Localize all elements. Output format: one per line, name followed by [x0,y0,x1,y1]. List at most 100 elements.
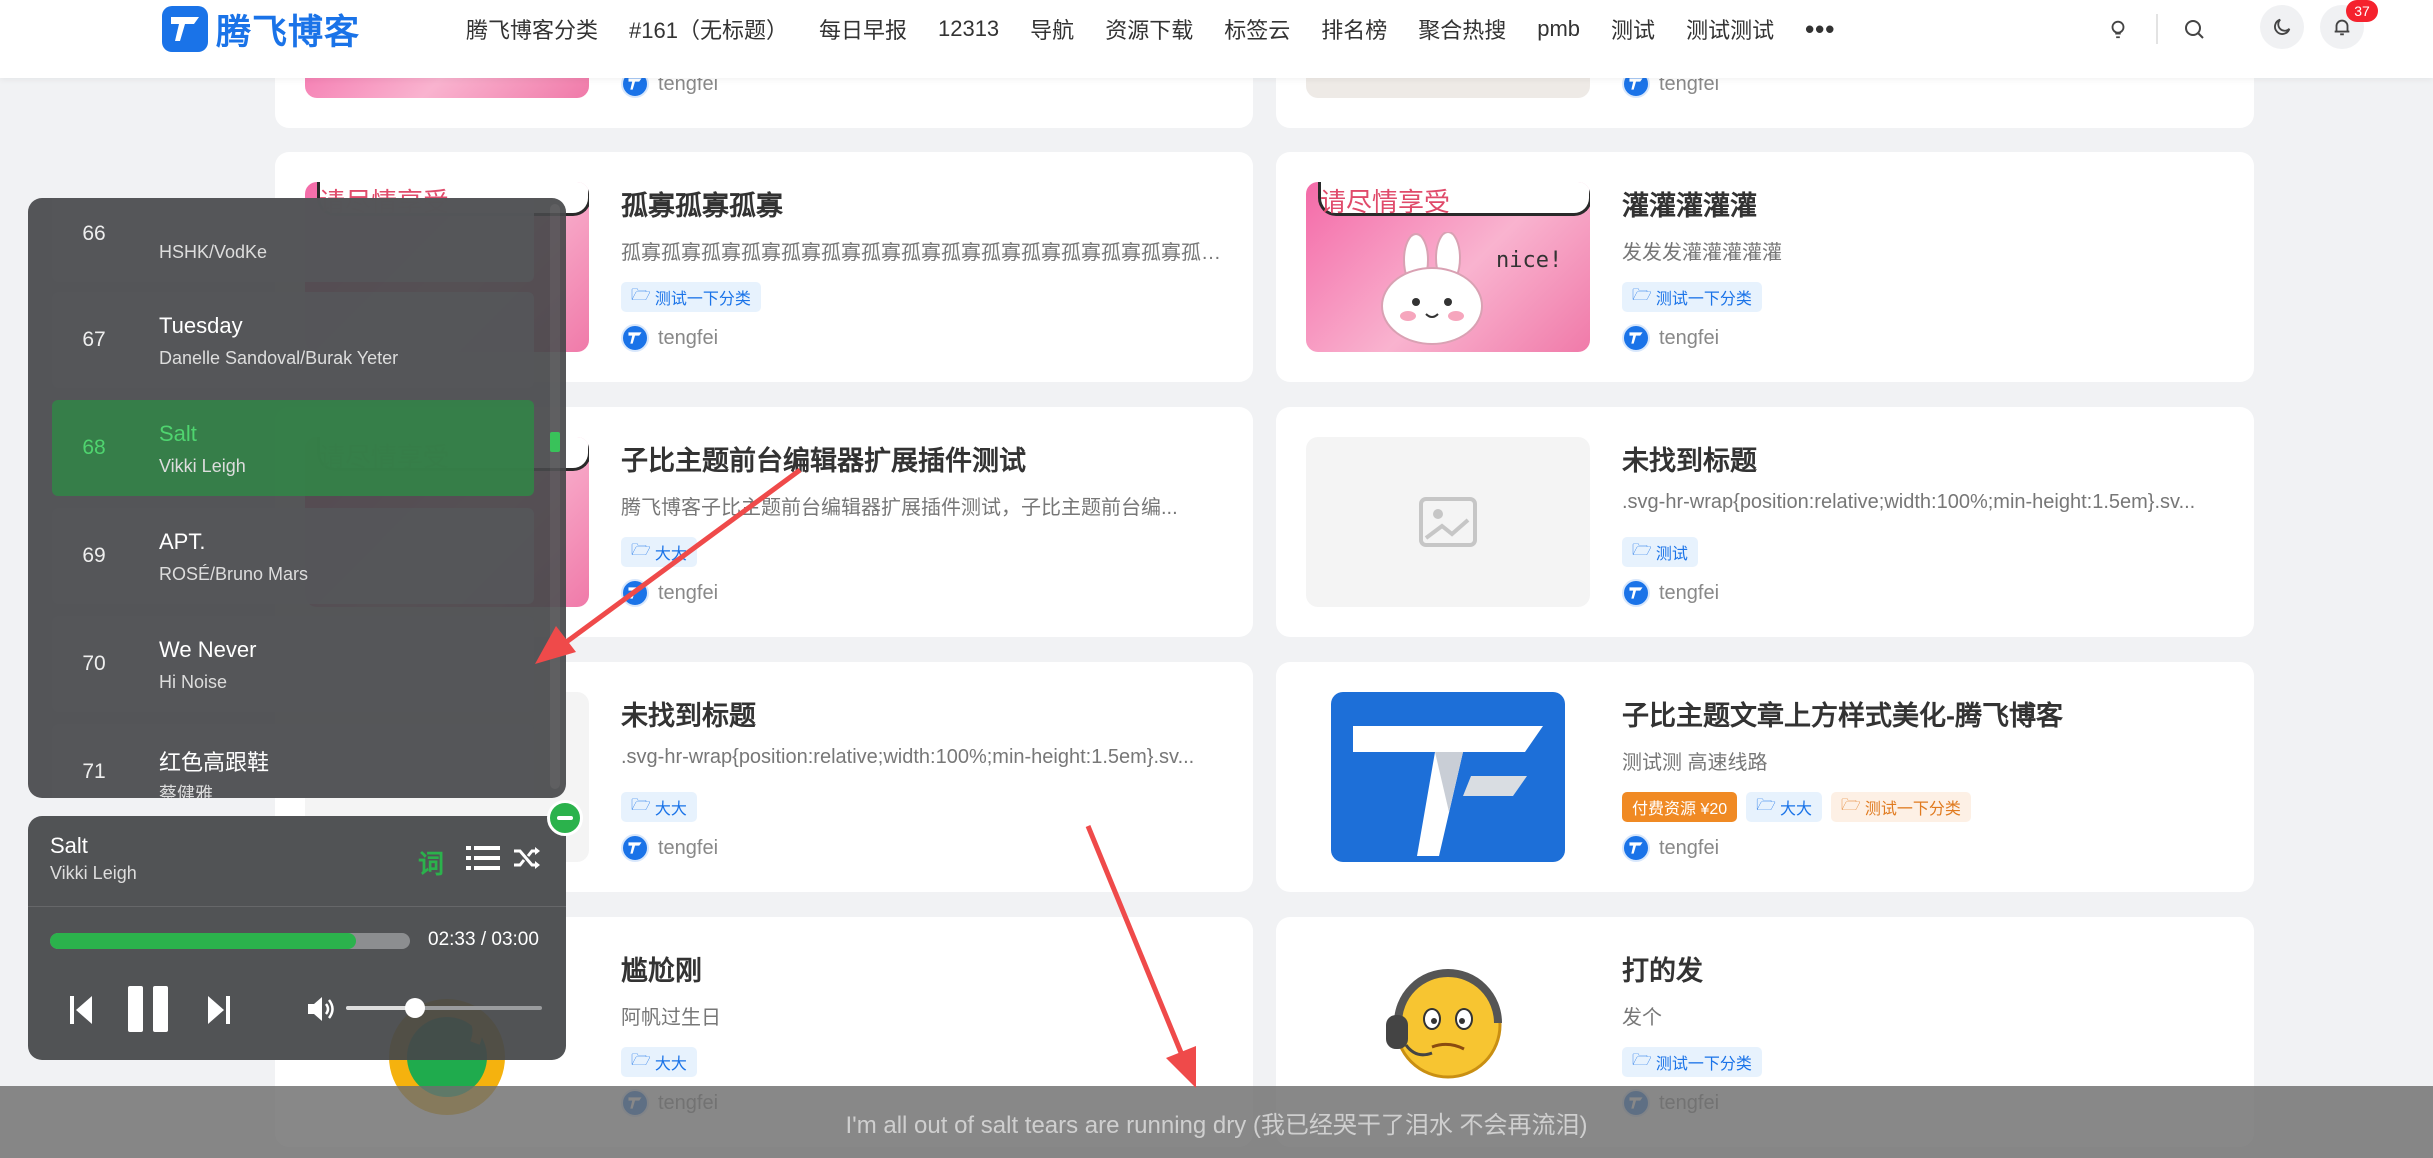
minimize-player-button[interactable] [547,800,583,836]
author-name: tengfei [1659,326,1720,349]
post-tags: 🗁 测试一下分类 [1622,282,1762,312]
search-icon[interactable] [2175,10,2213,48]
logo-text: 腾飞博客 [216,12,361,52]
tag-category[interactable]: 🗁 测试一下分类 [1831,792,1971,822]
nav-item-category[interactable]: 腾飞博客分类 [466,13,598,45]
post-title[interactable]: 未找到标题 [1622,439,1757,478]
post-author[interactable]: tengfei [1622,579,1719,607]
post-excerpt: 阿帆过生日 [621,1007,721,1029]
track-name: APT. [159,529,206,554]
tag-label: 测试一下分类 [654,291,751,308]
tag-category[interactable]: 🗁 测试 [1622,537,1698,567]
nav-item-test-test[interactable]: 测试测试 [1686,13,1774,45]
moon-icon[interactable] [2260,5,2304,49]
post-author[interactable]: tengfei [1622,834,1719,862]
playback-progress-bar[interactable] [50,933,410,949]
post-title[interactable]: 未找到标题 [621,694,756,733]
next-track-icon[interactable] [208,996,230,1024]
playlist-item[interactable]: 70 We Never Hi Noise [52,616,534,712]
post-title[interactable]: 打的发 [1622,949,1703,988]
post-excerpt: 发个 [1622,1007,1662,1029]
author-avatar-icon [621,579,649,607]
current-time: 02:33 [428,929,476,950]
tag-category[interactable]: 🗁 大大 [621,792,697,822]
post-tags: 付费资源 ¥20 🗁 大大 🗁 测试一下分类 [1622,792,1971,822]
playlist-item[interactable]: 69 APT. ROSÉ/Bruno Mars [52,508,534,604]
playlist-item-active[interactable]: 68 Salt Vikki Leigh [52,400,534,496]
site-header: 腾飞博客 腾飞博客分类 #161（无标题） 每日早报 12313 导航 资源下载… [0,0,2433,78]
post-author[interactable]: tengfei [621,579,718,607]
tag-category[interactable]: 🗁 测试一下分类 [621,282,761,312]
playback-time: 02:33 / 03:00 [428,929,539,950]
image-placeholder-icon [1419,497,1477,547]
playlist-item[interactable]: 67 Tuesday Danelle Sandoval/Burak Yeter [52,292,534,388]
tag-category[interactable]: 🗁 测试一下分类 [1622,1047,1762,1077]
nav-item-downloads[interactable]: 资源下载 [1105,13,1193,45]
track-number: 68 [82,436,106,459]
post-author[interactable]: tengfei [621,834,718,862]
nav-item-hot-search[interactable]: 聚合热搜 [1418,13,1506,45]
track-artist: HSHK/VodKe [159,242,268,262]
playlist-scrollbar-thumb[interactable] [550,432,560,452]
folder-icon: 🗁 [1841,796,1861,814]
tag-category[interactable]: 🗁 大大 [621,537,697,567]
nav-item-navigation[interactable]: 导航 [1030,13,1074,45]
lyric-bar: I'm all out of salt tears are running dr… [0,1086,2433,1158]
post-card[interactable]: 请尽情享受 nice! 灌灌灌灌灌 发发发灌灌灌灌灌 🗁 测试一下分类 tengf… [1276,152,2254,382]
site-logo[interactable]: 腾飞博客 [162,6,360,52]
brand-logo-image [1353,726,1543,856]
nav-item-pmb[interactable]: pmb [1537,16,1580,42]
playlist-icon[interactable] [466,844,500,872]
post-title[interactable]: 子比主题文章上方样式美化-腾飞博客 [1622,694,2063,733]
post-title[interactable]: 子比主题前台编辑器扩展插件测试 [621,439,1026,478]
post-title[interactable]: 灌灌灌灌灌 [1622,184,1757,223]
tag-label: 大大 [654,801,687,818]
lyrics-toggle-button[interactable]: 词 [418,844,444,881]
nav-item-daily-news[interactable]: 每日早报 [819,13,907,45]
notification-badge: 37 [2346,0,2378,22]
post-card[interactable]: 未找到标题 .svg-hr-wrap{position:relative;wid… [1276,407,2254,637]
nav-item-test[interactable]: 测试 [1611,13,1655,45]
shuffle-icon[interactable] [512,843,542,873]
music-player: Salt Vikki Leigh 词 02:33 / 03:00 [28,816,566,1060]
pause-icon[interactable] [128,986,170,1032]
tag-category[interactable]: 🗁 大大 [1746,792,1823,822]
post-tags: 🗁 大大 [621,792,697,822]
author-avatar-icon [621,834,649,862]
playlist-item[interactable]: 66 HSHK/VodKe [52,198,534,282]
playlist-scrollbar[interactable] [550,204,560,789]
post-author[interactable]: tengfei [621,324,718,352]
post-thumbnail[interactable] [1306,437,1590,607]
post-title[interactable]: 尴尬刚 [621,949,702,988]
volume-slider[interactable] [346,998,542,1018]
track-artist: 蔡健雅 [159,784,213,798]
volume-icon[interactable] [308,996,336,1022]
total-time: 03:00 [491,929,539,950]
post-thumbnail[interactable]: 请尽情享受 nice! [1306,182,1590,352]
main-nav: 腾飞博客分类 #161（无标题） 每日早报 12313 导航 资源下载 标签云 … [466,12,1835,46]
nav-item-ranking[interactable]: 排名榜 [1321,13,1387,45]
post-title[interactable]: 孤寡孤寡孤寡 [621,184,783,223]
nav-item-tag-cloud[interactable]: 标签云 [1224,13,1290,45]
folder-icon: 🗁 [631,286,651,304]
post-excerpt: 腾飞博客子比主题前台编辑器扩展插件测试，子比主题前台编... [621,497,1178,519]
nav-more-button[interactable]: ••• [1805,14,1835,45]
post-thumbnail[interactable] [1331,692,1565,862]
tag-paid-resource[interactable]: 付费资源 ¥20 [1622,792,1738,822]
tag-category[interactable]: 🗁 测试一下分类 [1622,282,1762,312]
playlist-item[interactable]: 71 红色高跟鞋 蔡健雅 [52,724,534,798]
nav-item-untitled[interactable]: #161（无标题） [629,13,788,45]
nav-item-12313[interactable]: 12313 [938,16,999,42]
bulb-icon[interactable] [2099,10,2137,48]
post-card[interactable]: 子比主题文章上方样式美化-腾飞博客 测试测 高速线路 付费资源 ¥20 🗁 大大 … [1276,662,2254,892]
post-excerpt: 发发发灌灌灌灌灌 [1622,242,1782,264]
track-number: 69 [82,544,106,567]
post-author[interactable]: tengfei [1622,324,1719,352]
volume-slider-knob[interactable] [404,998,425,1018]
author-name: tengfei [658,581,719,604]
folder-icon: 🗁 [631,796,651,814]
header-divider [2156,14,2158,44]
previous-track-icon[interactable] [70,996,92,1024]
tag-label: 测试一下分类 [1655,291,1752,308]
tag-category[interactable]: 🗁 大大 [621,1047,697,1077]
